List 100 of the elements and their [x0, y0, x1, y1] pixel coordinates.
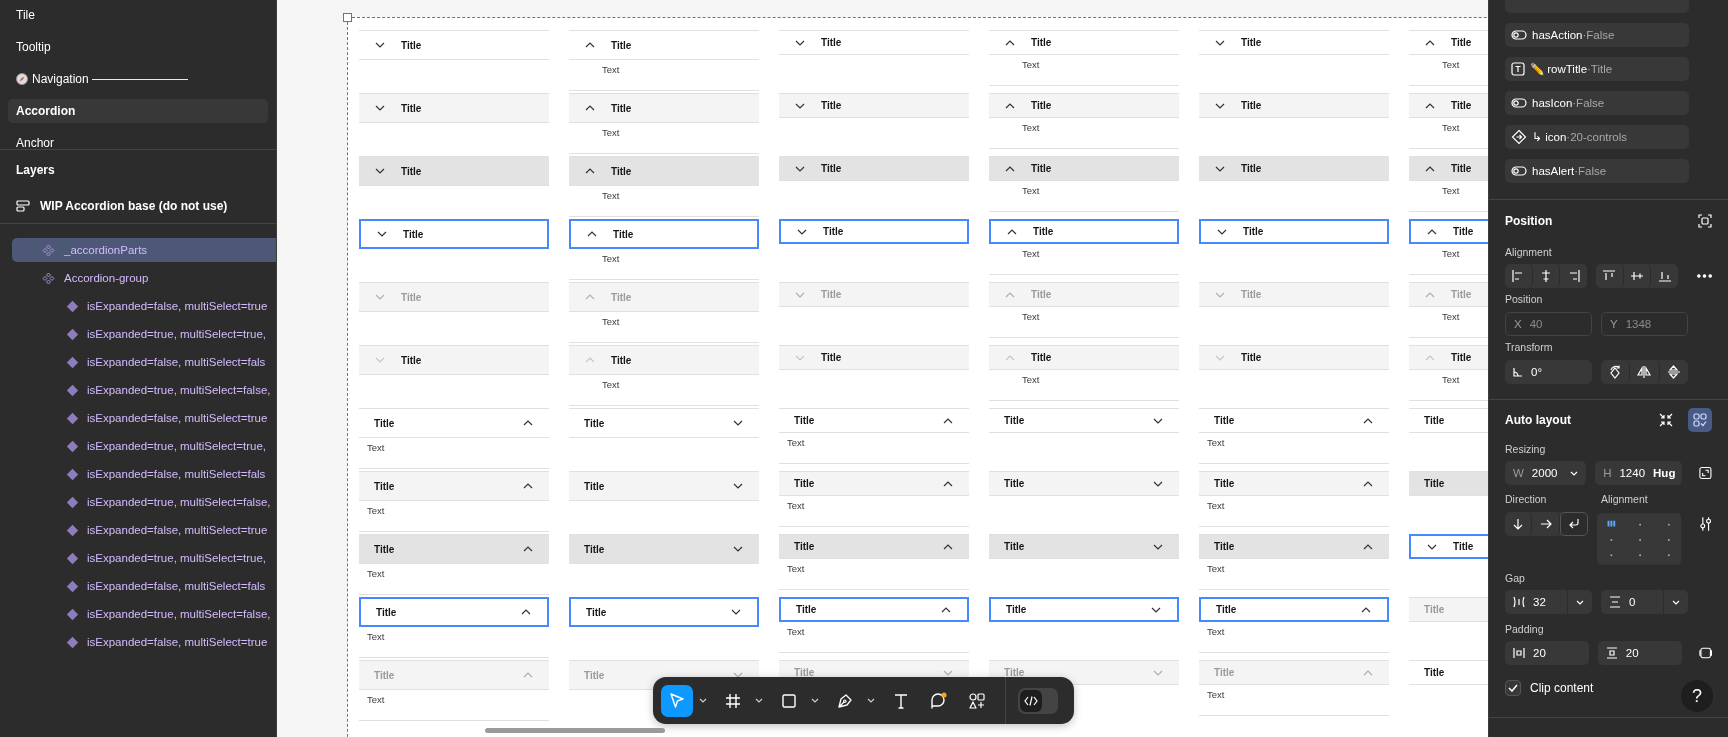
layer-item[interactable]: isExpanded=true, multiSelect=true,: [12, 546, 276, 570]
accordion-header[interactable]: Title: [1199, 93, 1389, 118]
accordion-header[interactable]: Title: [359, 471, 549, 501]
accordion-header[interactable]: Title: [989, 93, 1179, 118]
height-field[interactable]: H 1240 Hug: [1595, 461, 1683, 485]
property-row[interactable]: hasAction·False: [1505, 23, 1689, 47]
chevron-down-icon: [1215, 165, 1225, 172]
gap-field[interactable]: 0: [1601, 590, 1688, 614]
accordion-header[interactable]: Title: [989, 471, 1179, 496]
page-item[interactable]: Navigation ————————: [8, 63, 268, 95]
accordion-header[interactable]: Title: [779, 471, 969, 496]
accordion-header[interactable]: Title: [1409, 660, 1488, 685]
accordion-header[interactable]: Title: [989, 219, 1179, 244]
layer-item[interactable]: isExpanded=true, multiSelect=false,: [12, 490, 276, 514]
accordion-header[interactable]: Title: [1199, 597, 1389, 622]
accordion-header[interactable]: Title: [989, 597, 1179, 622]
accordion-header[interactable]: Title: [1409, 471, 1488, 496]
accordion-header[interactable]: Title: [359, 30, 549, 60]
accordion-header[interactable]: Title: [989, 534, 1179, 559]
accordion-header[interactable]: Title: [359, 345, 549, 375]
accordion-header[interactable]: Title: [1409, 156, 1488, 181]
accordion-header[interactable]: Title: [1409, 219, 1488, 244]
property-row[interactable]: ✏ rowTitle·Title: [1505, 57, 1689, 81]
accordion-header[interactable]: Title: [569, 30, 759, 60]
property-row[interactable]: hasIcon·False: [1505, 91, 1689, 115]
property-row[interactable]: hasAlert·False: [1505, 159, 1689, 183]
layer-item[interactable]: isExpanded=false, multiSelect=fals: [12, 462, 276, 486]
layer-item[interactable]: isExpanded=false, multiSelect=true: [12, 294, 276, 318]
padding-field[interactable]: 20: [1505, 641, 1589, 665]
accordion-header[interactable]: Title: [1199, 219, 1389, 244]
checkbox[interactable]: [1505, 680, 1521, 696]
accordion-header[interactable]: Title: [1199, 534, 1389, 559]
page-item[interactable]: Tile: [8, 0, 268, 31]
accordion-header[interactable]: Title: [569, 534, 759, 564]
help-button[interactable]: ?: [1681, 680, 1713, 712]
width-field[interactable]: W 2000: [1505, 461, 1587, 485]
accordion-header[interactable]: Title: [359, 156, 549, 186]
page-item[interactable]: Accordion: [8, 99, 268, 123]
accordion-header[interactable]: Title: [779, 93, 969, 118]
accordion-header[interactable]: Title: [989, 156, 1179, 181]
selection-handle[interactable]: [343, 13, 352, 22]
accordion-header[interactable]: Title: [989, 30, 1179, 55]
accordion-header[interactable]: Title: [1199, 471, 1389, 496]
page-item[interactable]: Anchor: [8, 127, 268, 149]
layer-item[interactable]: isExpanded=false, multiSelect=true: [12, 630, 276, 654]
layer-item[interactable]: isExpanded=true, multiSelect=true,: [12, 434, 276, 458]
accordion-header[interactable]: Title: [359, 408, 549, 438]
scrollbar[interactable]: [485, 728, 665, 733]
accordion-header[interactable]: Title: [359, 219, 549, 249]
layer-item[interactable]: isExpanded=true, multiSelect=true,: [12, 322, 276, 346]
accordion-header[interactable]: Title: [779, 534, 969, 559]
accordion-header[interactable]: Title: [779, 30, 969, 55]
accordion-header[interactable]: Title: [989, 345, 1179, 370]
layer-item[interactable]: _accordionParts: [12, 238, 276, 262]
layer-item[interactable]: WIP Accordion base (do not use): [0, 190, 276, 222]
chevron-down-icon: [375, 357, 385, 363]
grid-mode-button[interactable]: [1688, 408, 1712, 432]
toggle-icon: [1511, 29, 1527, 41]
gap-field[interactable]: 32: [1505, 590, 1592, 614]
accordion-header[interactable]: Title: [569, 93, 759, 123]
accordion-header[interactable]: Title: [1199, 156, 1389, 181]
accordion-header[interactable]: Title: [1409, 534, 1488, 559]
layer-item[interactable]: isExpanded=false, multiSelect=true: [12, 518, 276, 542]
accordion-header[interactable]: Title: [359, 534, 549, 564]
dev-mode-toggle[interactable]: [1018, 687, 1058, 714]
layer-item[interactable]: Accordion-group: [12, 266, 276, 290]
layer-item[interactable]: isExpanded=true, multiSelect=false,: [12, 378, 276, 402]
accordion-header[interactable]: Title: [1199, 345, 1389, 370]
layer-item[interactable]: isExpanded=true, multiSelect=false,: [12, 602, 276, 626]
accordion-header[interactable]: Title: [569, 471, 759, 501]
layer-item[interactable]: isExpanded=false, multiSelect=true: [12, 406, 276, 430]
accordion-header[interactable]: Title: [779, 345, 969, 370]
accordion-header[interactable]: Title: [1409, 345, 1488, 370]
accordion-header[interactable]: Title: [1409, 30, 1488, 55]
accordion-header[interactable]: Title: [569, 156, 759, 186]
property-row[interactable]: ↳ icon·20-controls: [1505, 125, 1689, 149]
accordion-header[interactable]: Title: [779, 408, 969, 433]
accordion-header[interactable]: Title: [359, 597, 549, 627]
accordion-header[interactable]: Title: [1409, 408, 1488, 433]
accordion-header[interactable]: Title: [569, 345, 759, 375]
accordion-header[interactable]: Title: [569, 408, 759, 438]
layer-item[interactable]: isExpanded=false, multiSelect=fals: [12, 350, 276, 374]
page-item[interactable]: Tooltip: [8, 31, 268, 63]
accordion-header[interactable]: Title: [989, 408, 1179, 433]
accordion-header[interactable]: Title: [779, 597, 969, 622]
accordion-header[interactable]: Title: [359, 93, 549, 123]
accordion-header[interactable]: Title: [1199, 408, 1389, 433]
accordion-header[interactable]: Title: [1409, 93, 1488, 118]
chevron-down-icon: [1153, 669, 1163, 676]
accordion-header[interactable]: Title: [569, 597, 759, 627]
accordion-header[interactable]: Title: [779, 219, 969, 244]
accordion-header[interactable]: Title: [569, 219, 759, 249]
layer-item[interactable]: isExpanded=false, multiSelect=fals: [12, 574, 276, 598]
padding-field[interactable]: 20: [1597, 641, 1682, 665]
direction-wrap-button[interactable]: [1559, 512, 1589, 536]
accordion-header[interactable]: Title: [1199, 30, 1389, 55]
rotation-field[interactable]: 0°: [1505, 360, 1592, 384]
component-icon: [66, 383, 79, 397]
accordion-header[interactable]: Title: [779, 156, 969, 181]
panel-title: Layers: [15, 162, 56, 179]
